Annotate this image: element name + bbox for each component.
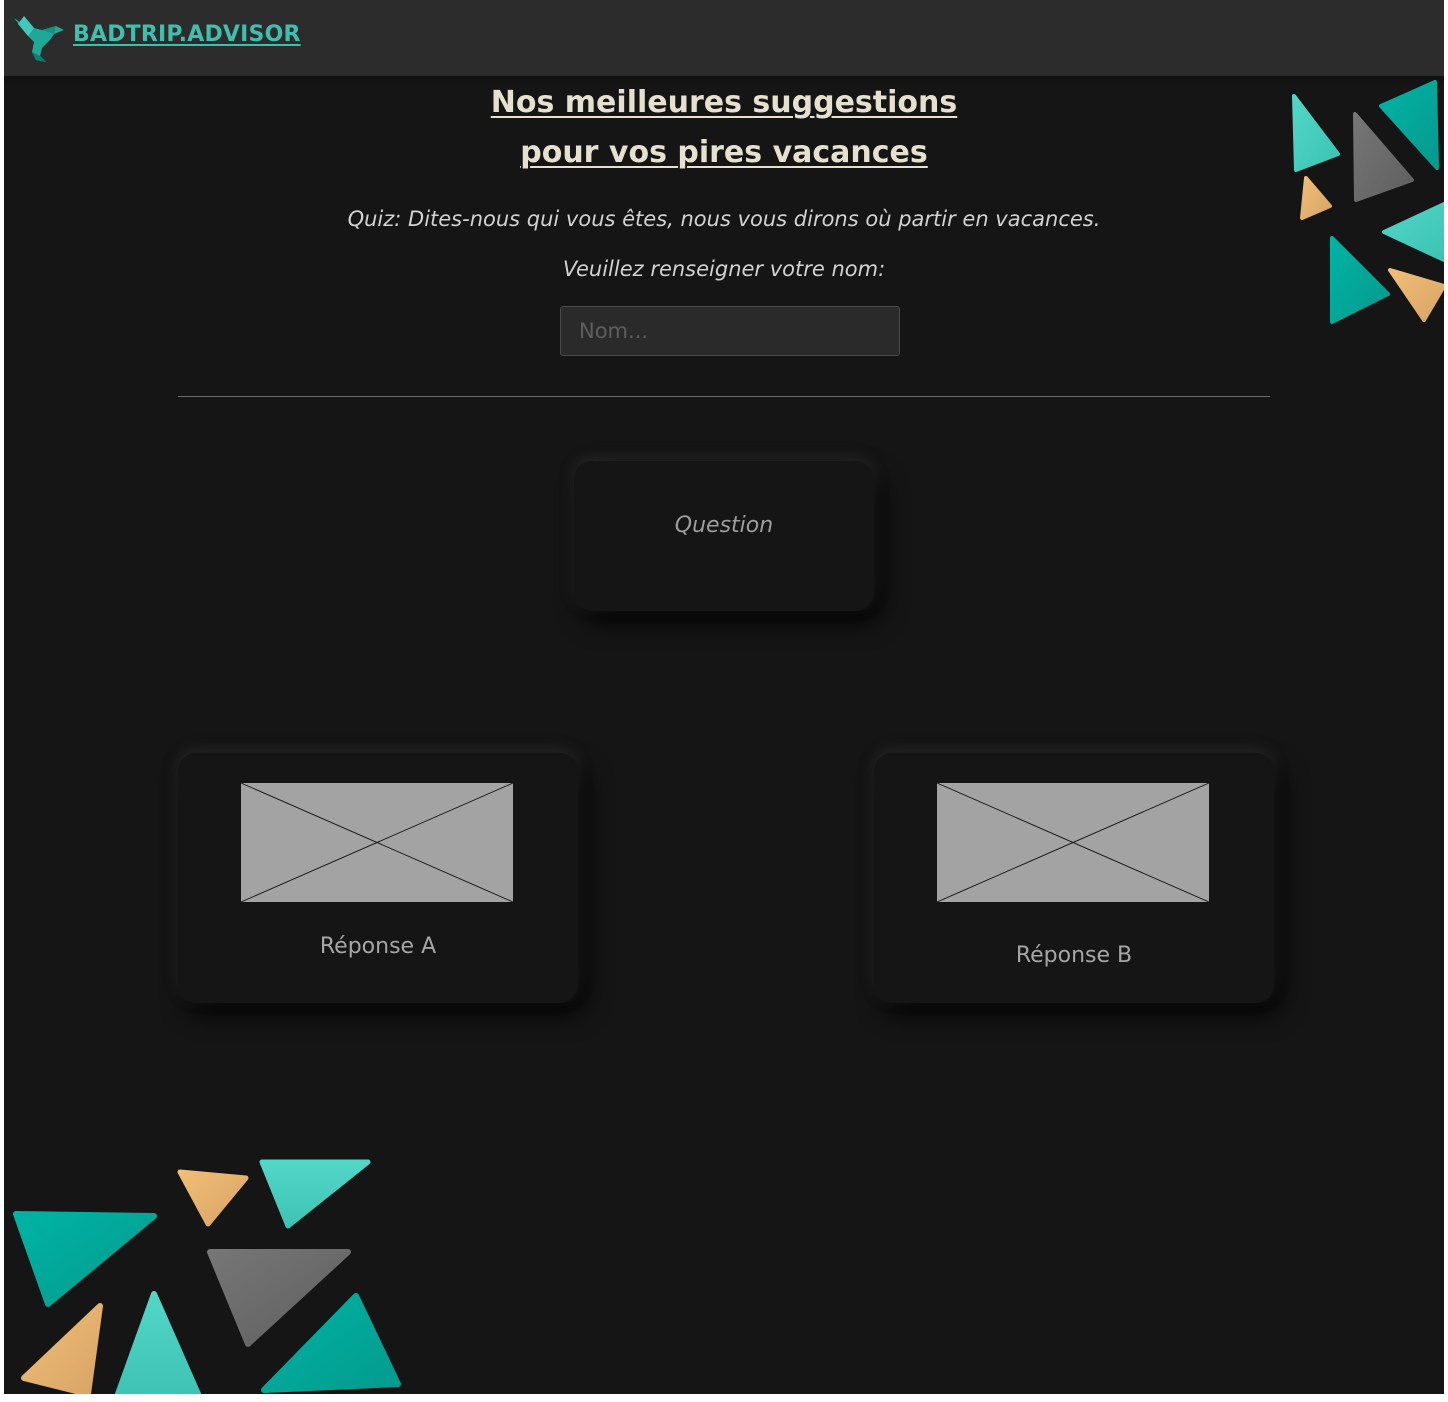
name-field-label: Veuillez renseigner votre nom:	[562, 257, 886, 281]
answer-a-label: Réponse A	[319, 934, 437, 959]
answer-card-a[interactable]: Réponse A	[178, 753, 578, 1003]
decorative-triangles-top-right	[1292, 80, 1444, 324]
page-title-line-2: pour vos pires vacances	[520, 135, 928, 170]
answer-card-b[interactable]: Réponse B	[874, 753, 1274, 1003]
question-text: Question	[674, 513, 774, 538]
image-placeholder-icon	[241, 783, 513, 902]
question-card: Question	[574, 461, 874, 611]
divider	[178, 396, 1270, 397]
image-placeholder-icon	[937, 783, 1209, 902]
name-input[interactable]	[560, 306, 900, 356]
brand-link[interactable]: BADTRIP.ADVISOR	[73, 22, 301, 47]
page-title-line-1: Nos meilleures suggestions	[490, 85, 958, 120]
hummingbird-icon[interactable]	[10, 12, 66, 64]
page-title: Nos meilleures suggestions pour vos pire…	[4, 78, 1444, 178]
top-navbar: BADTRIP.ADVISOR	[4, 0, 1444, 76]
decorative-triangles-bottom-left	[13, 1159, 401, 1394]
app-frame: BADTRIP.ADVISOR Nos meilleures suggestio…	[4, 0, 1444, 1394]
answer-b-label: Réponse B	[1015, 943, 1133, 968]
quiz-intro: Quiz: Dites-nous qui vous êtes, nous vou…	[347, 207, 1101, 231]
